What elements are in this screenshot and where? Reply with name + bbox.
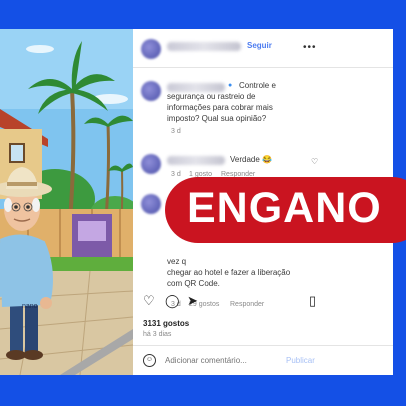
comment-likes[interactable]: 29 gostos [189, 301, 219, 308]
reply-link[interactable]: Responder [230, 301, 264, 308]
header-divider [133, 67, 393, 68]
follow-button[interactable]: Seguir [247, 41, 272, 50]
fact-check-stamp: ENGANO [165, 177, 406, 243]
comment-line: chegar ao hotel e fazer a liberação [167, 268, 291, 277]
comment-line: Controle e [239, 81, 276, 90]
author-name-blurred[interactable] [167, 42, 241, 51]
comment-time: 3 d [171, 171, 181, 178]
author-avatar[interactable] [141, 39, 161, 59]
comment-author-blurred[interactable] [167, 156, 225, 165]
verified-badge-icon: ● [228, 82, 233, 89]
comment-time: 3 d [171, 301, 181, 308]
comment-line: vez q [167, 257, 187, 266]
comment-avatar[interactable] [141, 154, 161, 174]
comment-line: informações para cobrar mais [167, 103, 273, 112]
comment-text: Verdade 😂 [230, 155, 272, 164]
comment-line: com QR Code. [167, 279, 220, 288]
illustration: nano [0, 29, 133, 375]
comment-line: imposto? Qual sua opinião? [167, 114, 267, 123]
comment-avatar[interactable] [141, 81, 161, 101]
more-dots-icon[interactable]: ••• [303, 42, 317, 53]
comment-line: segurança ou rastreio de [167, 92, 256, 101]
illustration-sign-text: nano [22, 303, 38, 310]
like-comment-heart-icon[interactable]: ♡ [311, 157, 318, 166]
comment-time: 3 d [171, 128, 181, 135]
comment-avatar[interactable] [141, 194, 161, 214]
stamp-label: ENGANO [187, 184, 382, 232]
comment-author-blurred[interactable] [167, 83, 225, 92]
